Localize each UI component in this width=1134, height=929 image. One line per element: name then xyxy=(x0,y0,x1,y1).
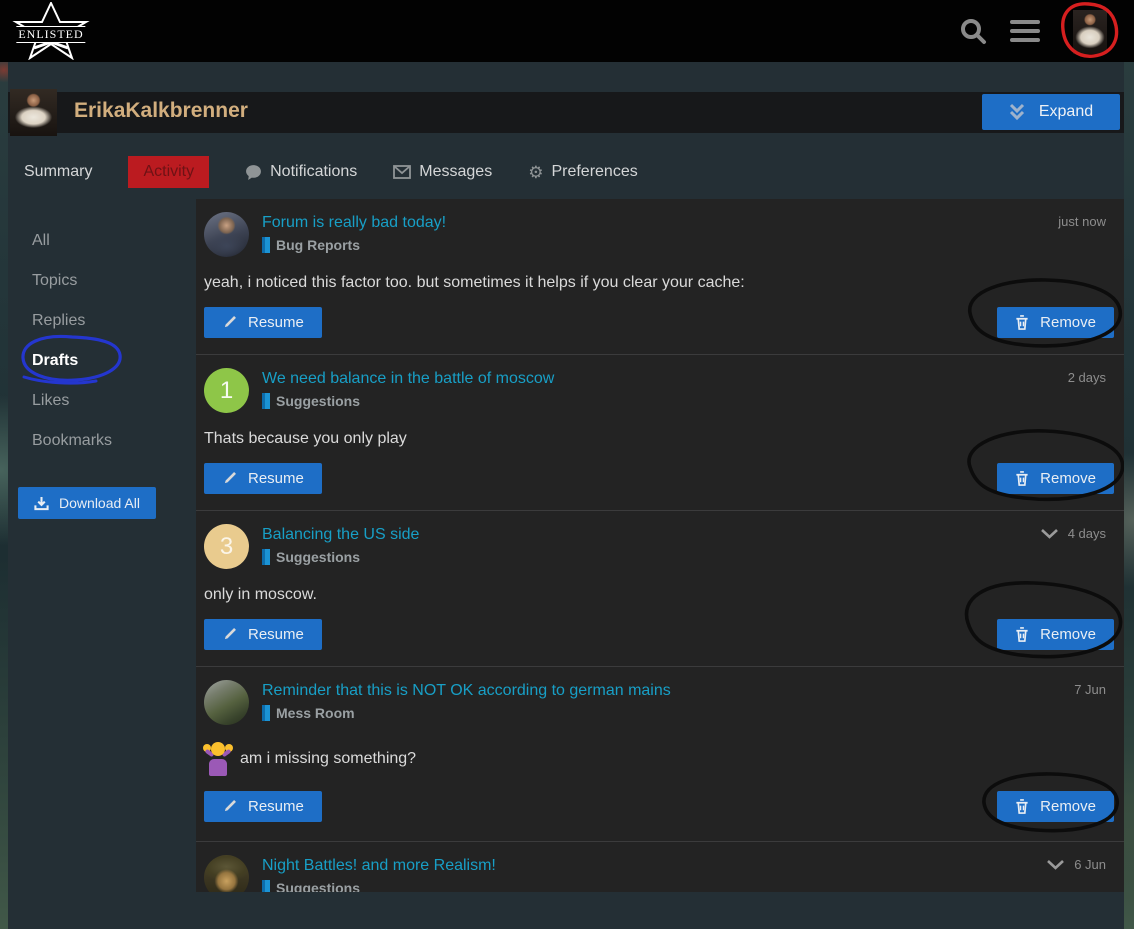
draft-timestamp: 2 days xyxy=(1068,370,1106,385)
logo-wordmark: ENLISTED xyxy=(16,26,85,43)
sidebar-item-topics[interactable]: Topics xyxy=(8,261,196,301)
expand-button[interactable]: Expand xyxy=(982,94,1120,130)
activity-sidebar: All Topics Replies Drafts Likes Bookmark… xyxy=(8,199,196,892)
remove-button[interactable]: Remove xyxy=(997,619,1114,650)
user-avatar-wrap xyxy=(1062,2,1116,60)
menu-icon[interactable] xyxy=(1010,20,1040,42)
remove-button[interactable]: Remove xyxy=(997,791,1114,822)
draft-timestamp: 6 Jun xyxy=(1074,857,1106,872)
draft-title[interactable]: Forum is really bad today! xyxy=(262,214,446,232)
draft-excerpt: yeah, i noticed this factor too. but som… xyxy=(204,274,1114,292)
remove-button[interactable]: Remove xyxy=(997,307,1114,338)
draft-item: Night Battles! and more Realism! Suggest… xyxy=(196,842,1124,892)
draft-excerpt: only in moscow. xyxy=(204,586,1114,604)
topic-avatar[interactable] xyxy=(204,212,249,257)
pencil-icon xyxy=(222,627,237,642)
sidebar-item-bookmarks[interactable]: Bookmarks xyxy=(8,421,196,461)
tab-summary[interactable]: Summary xyxy=(24,163,92,181)
pencil-icon xyxy=(222,799,237,814)
draft-excerpt: Thats because you only play xyxy=(204,430,1114,448)
user-avatar[interactable] xyxy=(1073,10,1107,54)
download-all-button[interactable]: Download All xyxy=(18,487,156,519)
category-color-chip xyxy=(262,237,270,253)
draft-title[interactable]: Balancing the US side xyxy=(262,526,419,544)
profile-tabs: Summary Activity Notifications Messages … xyxy=(24,155,1124,189)
chevron-down-icon[interactable] xyxy=(1041,529,1058,539)
category-name[interactable]: Bug Reports xyxy=(276,237,360,253)
draft-excerpt: am i missing something? xyxy=(240,750,416,768)
drafts-stream: Forum is really bad today! Bug Reports j… xyxy=(196,199,1124,892)
sidebar-item-drafts[interactable]: Drafts xyxy=(8,341,196,381)
resume-button[interactable]: Resume xyxy=(204,307,322,338)
draft-timestamp: 4 days xyxy=(1068,526,1106,541)
category-name[interactable]: Mess Room xyxy=(276,705,355,721)
profile-header: ErikaKalkbrenner Expand xyxy=(8,92,1124,133)
trash-icon xyxy=(1015,471,1029,486)
resume-button[interactable]: Resume xyxy=(204,619,322,650)
topic-avatar[interactable] xyxy=(204,855,249,892)
search-icon[interactable] xyxy=(958,16,988,46)
resume-button[interactable]: Resume xyxy=(204,463,322,494)
topic-avatar[interactable] xyxy=(204,680,249,725)
numbered-badge[interactable]: 1 xyxy=(204,368,249,413)
trash-icon xyxy=(1015,627,1029,642)
double-chevron-down-icon xyxy=(1009,103,1025,121)
tab-activity[interactable]: Activity xyxy=(128,156,209,188)
tab-notifications[interactable]: Notifications xyxy=(245,163,357,181)
sidebar-item-all[interactable]: All xyxy=(8,221,196,261)
category-color-chip xyxy=(262,705,270,721)
profile-avatar[interactable] xyxy=(10,89,57,136)
profile-username: ErikaKalkbrenner xyxy=(74,99,248,123)
category-name[interactable]: Suggestions xyxy=(276,549,360,565)
numbered-badge[interactable]: 3 xyxy=(204,524,249,569)
top-navigation-bar: ENLISTED xyxy=(0,0,1134,62)
resume-button[interactable]: Resume xyxy=(204,791,322,822)
trash-icon xyxy=(1015,315,1029,330)
draft-item: 1 We need balance in the battle of mosco… xyxy=(196,355,1124,511)
category-color-chip xyxy=(262,880,270,892)
chevron-down-icon[interactable] xyxy=(1047,860,1064,870)
tab-preferences[interactable]: ⚙ Preferences xyxy=(528,163,638,181)
sidebar-item-replies[interactable]: Replies xyxy=(8,301,196,341)
draft-title[interactable]: We need balance in the battle of moscow xyxy=(262,370,554,388)
enlisted-logo[interactable]: ENLISTED xyxy=(12,2,90,60)
category-name[interactable]: Suggestions xyxy=(276,880,360,892)
woman-shrugging-emoji xyxy=(204,742,232,776)
pencil-icon xyxy=(222,315,237,330)
category-color-chip xyxy=(262,393,270,409)
category-name[interactable]: Suggestions xyxy=(276,393,360,409)
draft-item: Reminder that this is NOT OK according t… xyxy=(196,667,1124,842)
draft-title[interactable]: Reminder that this is NOT OK according t… xyxy=(262,682,671,700)
speech-bubble-icon xyxy=(245,164,262,181)
category-color-chip xyxy=(262,549,270,565)
draft-timestamp: 7 Jun xyxy=(1074,682,1106,697)
trash-icon xyxy=(1015,799,1029,814)
draft-timestamp: just now xyxy=(1058,214,1106,229)
draft-item: 3 Balancing the US side Suggestions 4 da… xyxy=(196,511,1124,667)
tab-messages[interactable]: Messages xyxy=(393,163,492,181)
sidebar-item-likes[interactable]: Likes xyxy=(8,381,196,421)
gear-icon: ⚙ xyxy=(528,164,543,181)
remove-button[interactable]: Remove xyxy=(997,463,1114,494)
main-panel: ErikaKalkbrenner Expand Summary Activity… xyxy=(8,62,1124,929)
download-icon xyxy=(34,496,49,511)
pencil-icon xyxy=(222,471,237,486)
draft-item: Forum is really bad today! Bug Reports j… xyxy=(196,199,1124,355)
draft-title[interactable]: Night Battles! and more Realism! xyxy=(262,857,496,875)
envelope-icon xyxy=(393,165,411,179)
